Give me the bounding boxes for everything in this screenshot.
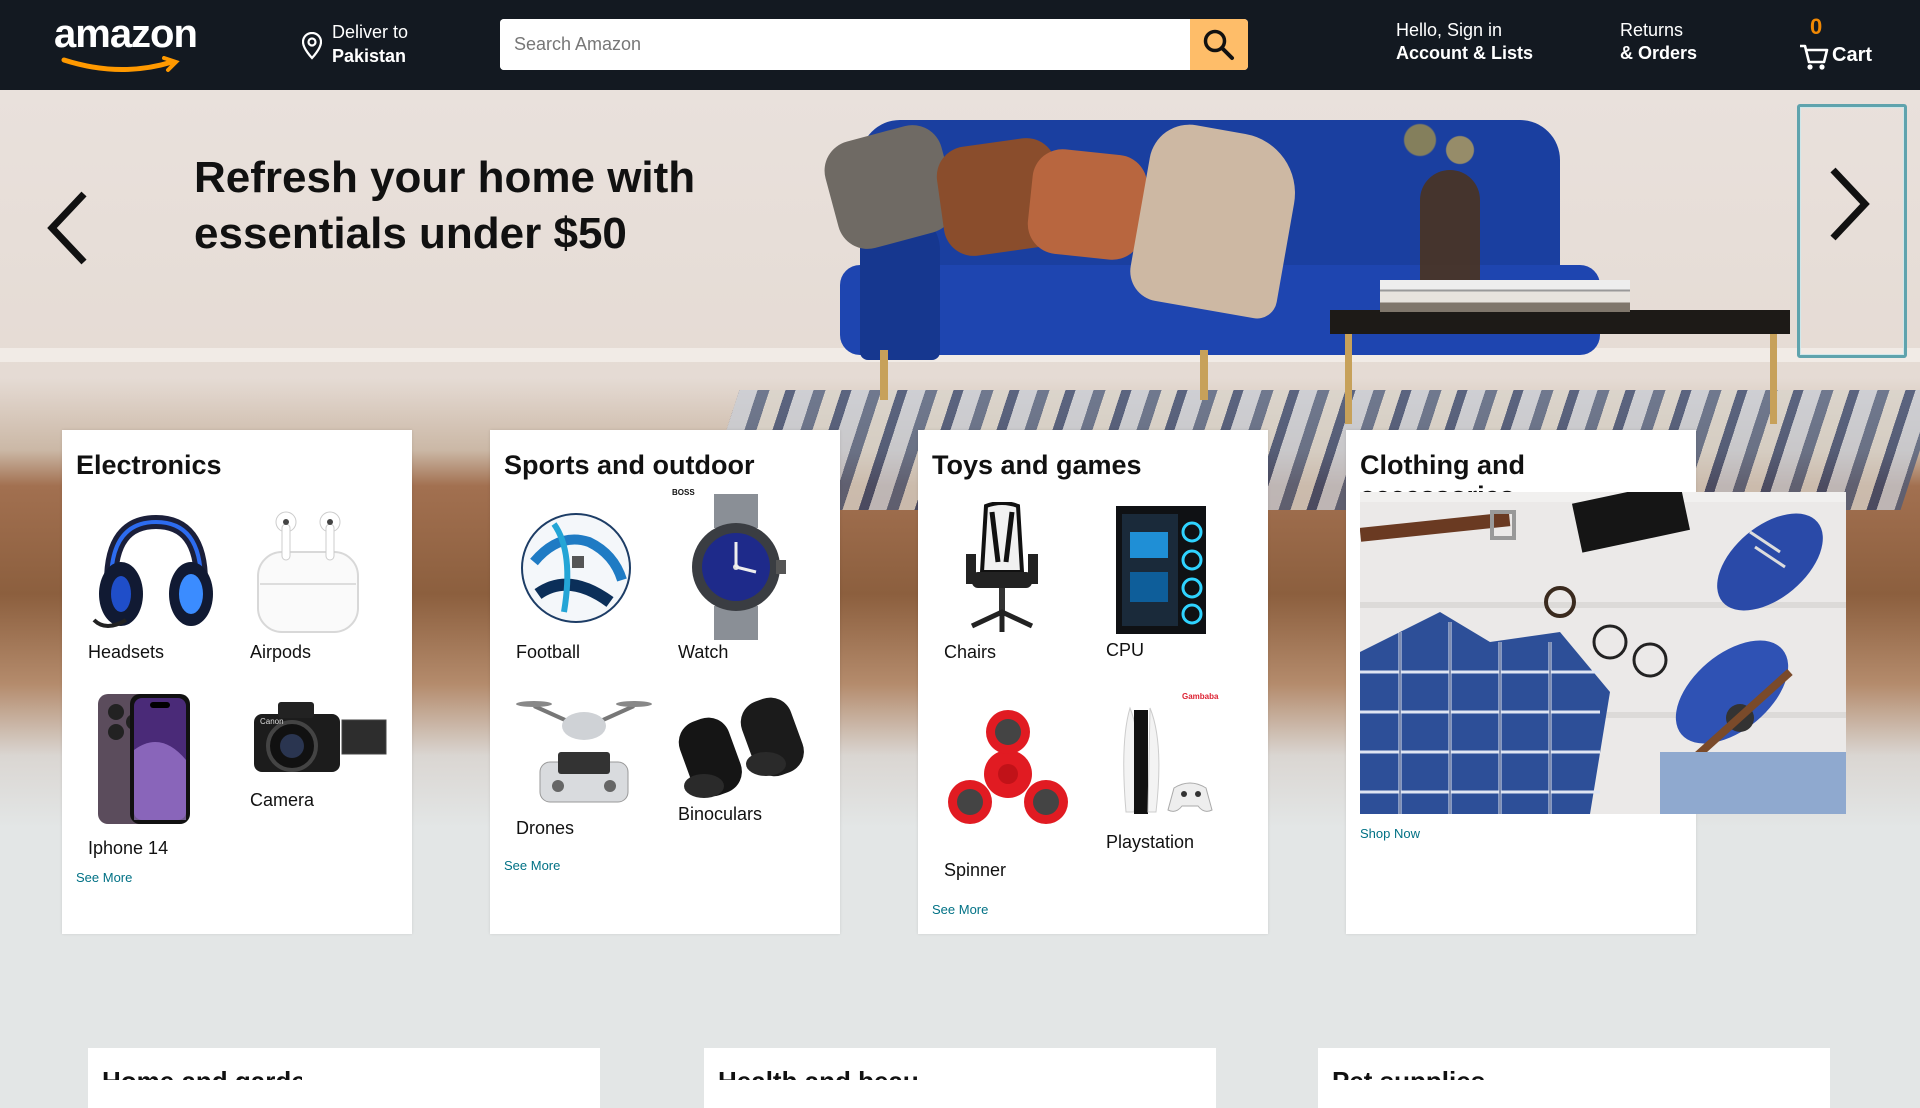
product-item-spinner[interactable]: Spinner — [942, 710, 1082, 890]
category-card-electronics: Electronics Headsets Airpods Iphone 14 C… — [62, 430, 412, 934]
product-item-football[interactable]: Football — [514, 502, 644, 662]
navbar: amazon Deliver to Pakistan Hello, Sign i… — [0, 0, 1920, 90]
card-title: Health and beauty — [718, 1070, 918, 1080]
product-item-airpods[interactable]: Airpods — [248, 502, 378, 662]
product-label: CPU — [1106, 640, 1145, 660]
card-title: Home and garden — [102, 1070, 302, 1080]
logo-text: amazon — [54, 12, 198, 56]
binoculars-icon — [678, 697, 804, 798]
amazon-logo[interactable]: amazon — [52, 10, 212, 74]
camera-icon: Canon — [254, 702, 387, 772]
svg-text:Canon: Canon — [260, 717, 284, 726]
phone-icon — [98, 694, 190, 824]
card-title: Pet supplies — [1332, 1070, 1532, 1080]
product-item-iphone[interactable]: Iphone 14 — [86, 690, 216, 860]
account-lists[interactable]: Hello, Sign in Account & Lists — [1396, 20, 1533, 64]
playstation-brand: Gambaba — [1182, 692, 1219, 701]
product-item-binoculars[interactable]: Binoculars — [676, 690, 816, 830]
chair-icon — [966, 501, 1038, 632]
card-title: Toys and games — [932, 450, 1142, 480]
product-label: Playstation — [1106, 832, 1195, 852]
carousel-next-button[interactable] — [1797, 104, 1907, 358]
playstation-icon — [1123, 706, 1213, 814]
clothing-image-graphic — [1360, 492, 1846, 814]
category-card-sports-outdoor: Sports and outdoor Football BOSS Watch D… — [490, 430, 840, 934]
see-more-link[interactable]: See More — [76, 870, 132, 885]
product-item-watch[interactable]: BOSS Watch — [672, 488, 806, 662]
product-label: Drones — [516, 818, 575, 838]
headset-icon — [92, 514, 213, 628]
product-label: Football — [516, 642, 581, 662]
product-item-drones[interactable]: Drones — [514, 690, 654, 850]
drone-icon — [516, 701, 652, 803]
sofa-leg-graphic — [1200, 350, 1208, 400]
location-pin-icon — [302, 32, 322, 60]
product-item-camera[interactable]: Canon Camera — [248, 690, 388, 820]
category-card-toys-games: Toys and games Chairs CPU Spinner Gambab… — [918, 430, 1268, 934]
vase-graphic — [1420, 170, 1480, 290]
account-label: Account & Lists — [1396, 43, 1534, 63]
hero-title: Refresh your home with essentials under … — [194, 150, 695, 262]
product-label: Binoculars — [678, 804, 763, 824]
product-item-playstation[interactable]: Gambaba Playstation — [1104, 692, 1244, 862]
clothing-accessories-image[interactable] — [1360, 492, 1846, 814]
smile-arrow-icon — [61, 56, 180, 73]
card-title: Electronics — [76, 450, 222, 480]
search-bar — [500, 19, 1248, 70]
cart-count: 0 — [1810, 14, 1823, 39]
card-title: Sports and outdoor — [504, 450, 755, 480]
table-leg-graphic — [1345, 334, 1352, 424]
search-icon — [1203, 29, 1234, 60]
shop-now-link[interactable]: Shop Now — [1360, 826, 1420, 841]
coffee-table-graphic — [1330, 310, 1790, 334]
category-card-bottom-2: Health and beauty — [704, 1048, 1216, 1108]
product-label: Airpods — [250, 642, 312, 662]
chevron-right-icon — [1830, 167, 1870, 241]
product-label: Camera — [250, 790, 315, 810]
cpu-icon — [1116, 506, 1206, 634]
watch-icon — [692, 494, 786, 640]
product-label: Iphone 14 — [88, 838, 169, 858]
see-more-link[interactable]: See More — [504, 858, 560, 873]
hero-title-line2: essentials under $50 — [194, 209, 627, 258]
orders-label: & Orders — [1620, 43, 1698, 63]
returns-orders[interactable]: Returns & Orders — [1620, 20, 1697, 64]
product-item-cpu[interactable]: CPU — [1104, 502, 1234, 662]
pillow-graphic — [1024, 146, 1151, 263]
search-button[interactable] — [1190, 19, 1248, 70]
product-item-headsets[interactable]: Headsets — [86, 502, 216, 662]
see-more-link[interactable]: See More — [932, 902, 988, 917]
product-label: Spinner — [944, 860, 1007, 880]
deliver-label: Deliver to — [332, 22, 409, 42]
category-card-bottom-3: Pet supplies — [1318, 1048, 1830, 1108]
cart-button[interactable]: 0 Cart — [1798, 12, 1878, 74]
returns-label: Returns — [1620, 20, 1684, 40]
account-greeting: Hello, Sign in — [1396, 20, 1503, 40]
cart-icon — [1800, 44, 1829, 70]
books-graphic — [1380, 280, 1630, 312]
deliver-country: Pakistan — [332, 46, 407, 66]
chevron-left-icon — [47, 191, 87, 265]
carousel-prev-button[interactable] — [38, 188, 98, 268]
category-card-bottom-1: Home and garden — [88, 1048, 600, 1108]
product-item-chairs[interactable]: Chairs — [942, 501, 1072, 662]
football-icon — [521, 513, 631, 623]
table-leg-graphic — [1770, 334, 1777, 424]
cart-label: Cart — [1832, 44, 1873, 66]
airpods-icon — [257, 511, 359, 633]
product-label: Headsets — [88, 642, 165, 662]
spinner-icon — [948, 710, 1068, 824]
hero-title-line1: Refresh your home with — [194, 153, 696, 202]
product-label: Chairs — [944, 642, 997, 662]
sofa-leg-graphic — [880, 350, 888, 400]
search-input[interactable] — [500, 19, 1188, 70]
product-label: Watch — [678, 642, 729, 662]
category-card-clothing-accessories: Clothing and accessories — [1346, 430, 1846, 934]
